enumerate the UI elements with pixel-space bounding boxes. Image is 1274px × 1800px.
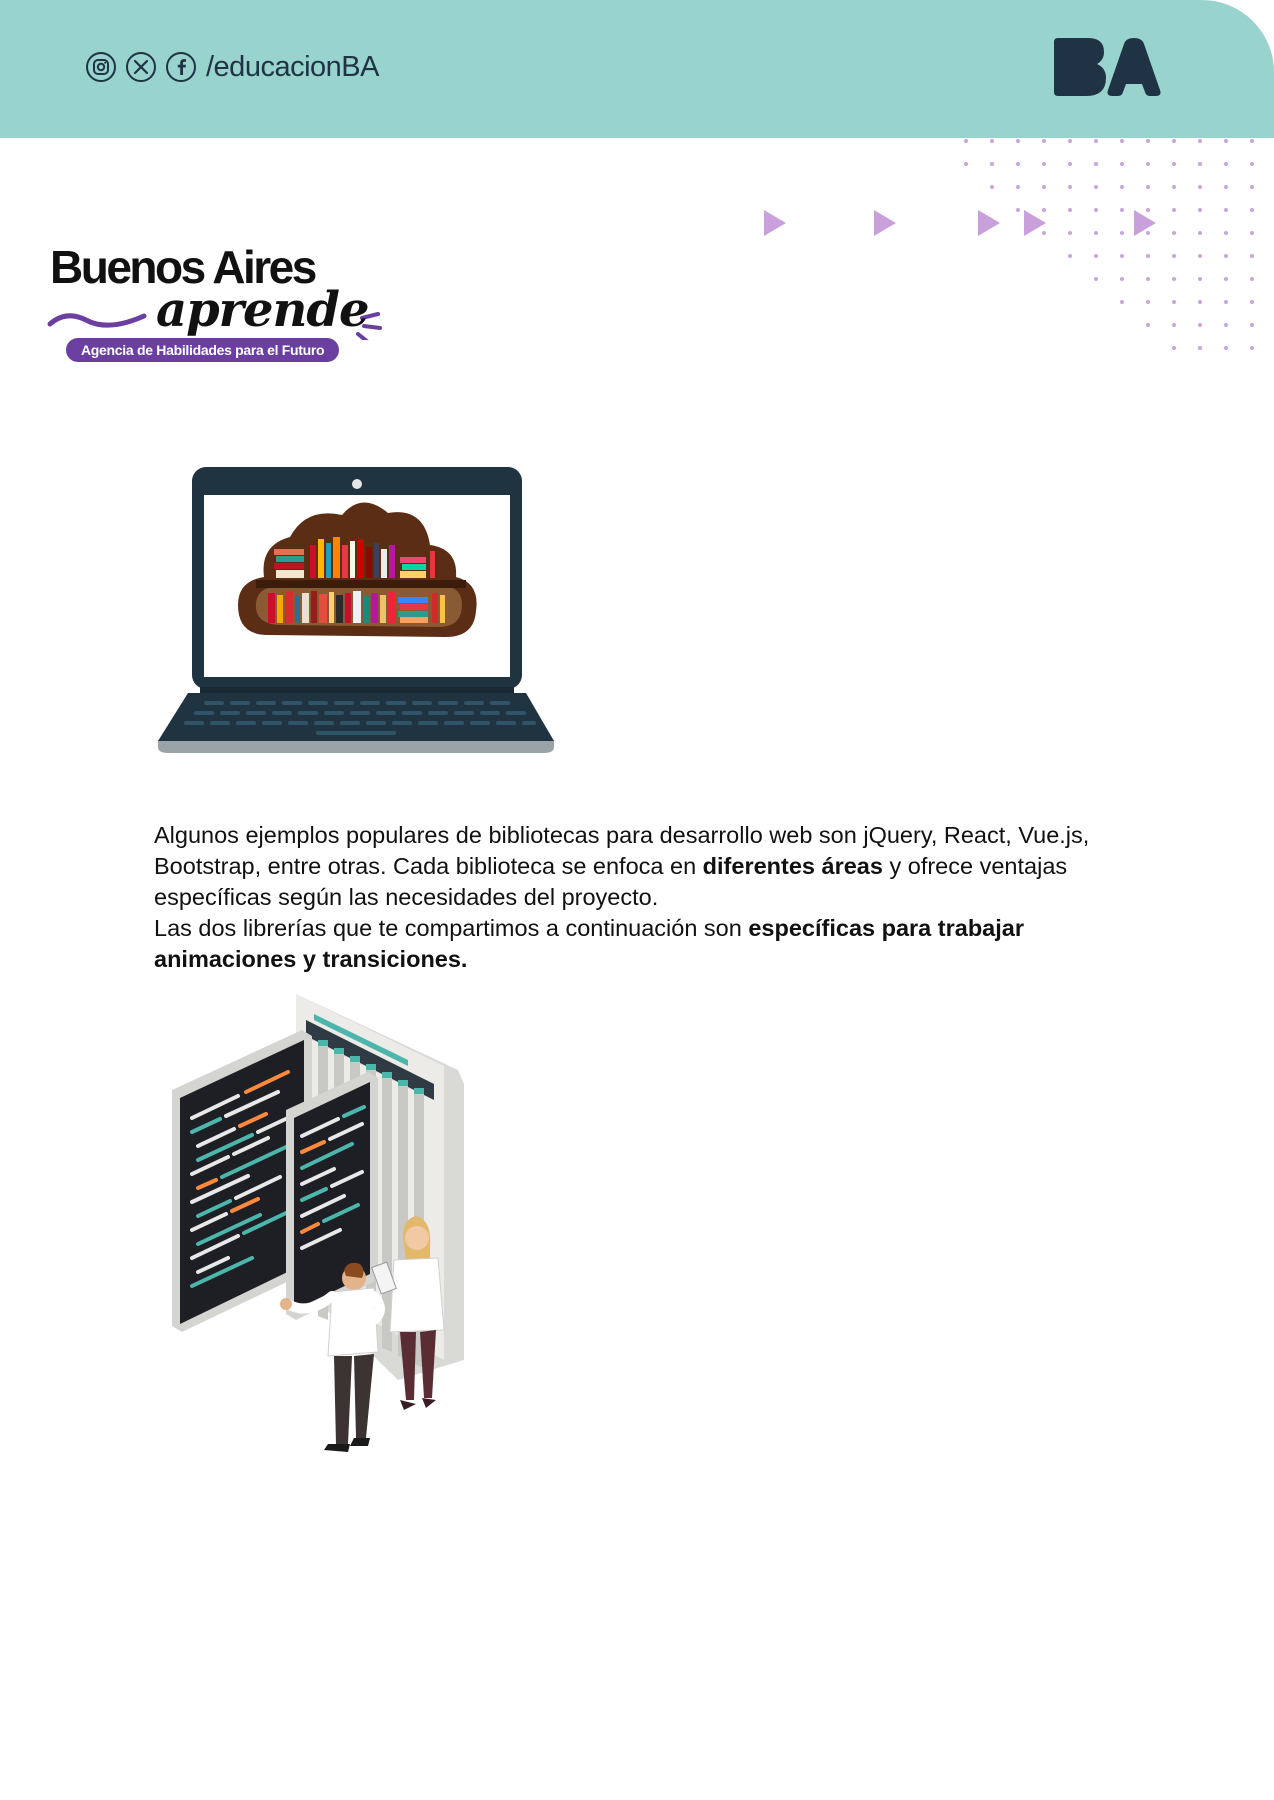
decor-dot	[1146, 254, 1150, 258]
decor-dot	[1224, 231, 1228, 235]
play-arrow-icon	[1134, 210, 1156, 236]
play-arrow-icon	[978, 210, 1000, 236]
play-arrow-icon	[764, 210, 786, 236]
decor-dot	[1250, 231, 1254, 235]
decor-dot	[990, 162, 994, 166]
brand-script: aprende	[156, 282, 369, 338]
decor-dot	[1016, 162, 1020, 166]
decor-dot	[1172, 323, 1176, 327]
decor-dot	[1250, 254, 1254, 258]
decor-dot	[1198, 139, 1202, 143]
decor-dot	[1120, 162, 1124, 166]
decor-dot	[964, 162, 968, 166]
decor-dot	[1224, 346, 1228, 350]
decor-dot	[1172, 300, 1176, 304]
decor-dot	[1224, 300, 1228, 304]
decor-dot	[1250, 277, 1254, 281]
decor-dot	[1250, 323, 1254, 327]
decor-dot	[1068, 139, 1072, 143]
decor-dot	[1146, 323, 1150, 327]
decor-dot	[1094, 139, 1098, 143]
decor-dot	[1172, 185, 1176, 189]
decor-dot	[1198, 323, 1202, 327]
decor-dot	[1198, 231, 1202, 235]
decor-dot	[1250, 185, 1254, 189]
decor-dot	[1224, 208, 1228, 212]
instagram-icon[interactable]	[86, 52, 116, 82]
decor-dot	[1172, 139, 1176, 143]
decor-dot	[1042, 139, 1046, 143]
decor-dot	[990, 139, 994, 143]
decor-dot	[1198, 208, 1202, 212]
decor-dot	[1120, 300, 1124, 304]
page-header: /educacionBA	[0, 0, 1274, 138]
decor-dot	[964, 139, 968, 143]
decor-dot	[1146, 277, 1150, 281]
decor-dot	[1172, 277, 1176, 281]
emphasis-areas: diferentes áreas	[702, 853, 883, 879]
dot-pattern	[964, 139, 1254, 350]
decor-dot	[990, 185, 994, 189]
decor-dot	[1198, 185, 1202, 189]
decor-dot	[1224, 323, 1228, 327]
decor-dot	[1094, 162, 1098, 166]
decor-dot	[1016, 185, 1020, 189]
decor-dot	[1172, 208, 1176, 212]
decor-dot	[1042, 162, 1046, 166]
paragraph-animations: Las dos librerías que te compartimos a c…	[154, 915, 1024, 972]
arrow-decoration	[764, 210, 1156, 236]
decor-dot	[1146, 162, 1150, 166]
decor-dot	[1198, 277, 1202, 281]
decor-dot	[1198, 346, 1202, 350]
decor-dot	[1198, 162, 1202, 166]
decor-dot	[1120, 185, 1124, 189]
social-bar: /educacionBA	[86, 50, 379, 84]
brand-logo: Buenos Aires aprende Agencia de Habilida…	[46, 240, 386, 370]
decor-dot	[1146, 300, 1150, 304]
decor-dot	[1068, 185, 1072, 189]
decor-dot	[1068, 162, 1072, 166]
decor-dot	[1198, 254, 1202, 258]
decor-dot	[1094, 277, 1098, 281]
x-icon[interactable]	[126, 52, 156, 82]
decor-dot	[1250, 208, 1254, 212]
decor-dot	[1120, 277, 1124, 281]
decor-dot	[1016, 139, 1020, 143]
decor-dot	[1146, 139, 1150, 143]
decor-dot	[1146, 185, 1150, 189]
decor-dot	[1198, 300, 1202, 304]
facebook-icon[interactable]	[166, 52, 196, 82]
play-arrow-icon	[1024, 210, 1046, 236]
decor-dot	[1172, 231, 1176, 235]
decor-dot	[1250, 300, 1254, 304]
brand-tagline: Agencia de Habilidades para el Futuro	[66, 338, 340, 362]
social-handle[interactable]: /educacionBA	[206, 51, 379, 84]
code-screens-people-illustration	[172, 994, 464, 1452]
decor-dot	[1224, 185, 1228, 189]
decor-dot	[1172, 162, 1176, 166]
decor-dot	[1250, 346, 1254, 350]
decor-dot	[1120, 254, 1124, 258]
decor-dot	[1068, 254, 1072, 258]
decor-dot	[1250, 162, 1254, 166]
laptop-books-illustration	[158, 467, 554, 753]
decor-dot	[1120, 139, 1124, 143]
decor-dot	[1224, 254, 1228, 258]
decor-dot	[1172, 254, 1176, 258]
decor-dot	[1224, 162, 1228, 166]
ba-logo	[1054, 38, 1161, 96]
paragraph-libraries: Algunos ejemplos populares de biblioteca…	[154, 822, 1090, 910]
decor-dot	[1094, 185, 1098, 189]
decor-dot	[1224, 277, 1228, 281]
decor-dot	[1042, 185, 1046, 189]
play-arrow-icon	[874, 210, 896, 236]
decor-dot	[1094, 254, 1098, 258]
decor-dot	[1172, 346, 1176, 350]
body-text: Algunos ejemplos populares de biblioteca…	[154, 820, 1114, 975]
decor-dot	[1250, 139, 1254, 143]
decor-dot	[1224, 139, 1228, 143]
